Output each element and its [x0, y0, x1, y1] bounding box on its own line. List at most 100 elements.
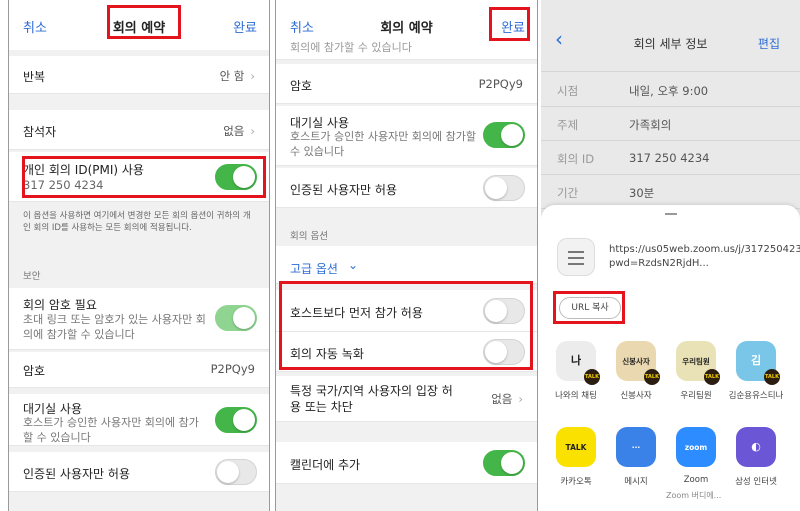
passcode-row[interactable]: 암호 P2PQy9	[276, 64, 537, 104]
pmi-row: 개인 회의 ID(PMI) 사용 317 250 4234	[9, 152, 269, 202]
page-title: 회의 예약	[112, 21, 166, 36]
auth-users-toggle[interactable]	[483, 175, 525, 201]
share-target[interactable]: 신봉사자 TALK 신봉사자	[607, 341, 665, 401]
meeting-options-section-header: 회의 옵션	[290, 231, 328, 242]
calendar-row: 캘린더에 추가	[276, 442, 537, 484]
detail-row-topic: 주제 가족회의	[541, 107, 800, 141]
detail-key: 기간	[557, 186, 579, 200]
kakaotalk-badge-icon: TALK	[764, 369, 780, 385]
done-button[interactable]: 완료	[233, 17, 257, 36]
toggle-knob	[217, 461, 239, 483]
waiting-room-toggle[interactable]	[483, 122, 525, 148]
toggle-knob	[233, 409, 255, 431]
toggle-knob	[501, 452, 523, 474]
share-target-label: 김순용유스티나	[728, 391, 784, 401]
share-target[interactable]: ◐ 삼성 인터넷	[727, 427, 785, 487]
share-target-icon: ···	[616, 427, 656, 467]
repeat-value: 안 함	[219, 69, 245, 83]
auto-record-toggle[interactable]	[483, 339, 525, 365]
detail-key: 주제	[557, 118, 579, 132]
detail-key: 회의 ID	[557, 152, 595, 166]
share-target-icon: 김 TALK	[736, 341, 780, 385]
region-label: 특정 국가/지역 사용자의 입장 허용 또는 차단	[290, 384, 453, 414]
toggle-knob	[233, 307, 255, 329]
copy-url-button[interactable]: URL 복사	[559, 297, 621, 319]
region-value: 없음	[491, 392, 513, 406]
detail-key: 시점	[557, 84, 579, 98]
kakaotalk-badge-icon: TALK	[644, 369, 660, 385]
share-target[interactable]: zoom Zoom	[667, 427, 725, 485]
share-target-label: 삼성 인터넷	[735, 477, 777, 487]
share-target[interactable]: TALK 카카오톡	[547, 427, 605, 487]
toggle-knob	[485, 341, 507, 363]
meeting-details-panel: ‹ 회의 세부 정보 편집 시점 내일, 오후 9:00 주제 가족회의 회의 …	[541, 0, 800, 511]
kakaotalk-badge-icon: TALK	[704, 369, 720, 385]
join-before-host-label: 호스트보다 먼저 참가 허용	[290, 306, 423, 320]
passcode-row[interactable]: 암호 P2PQy9	[9, 352, 269, 388]
chevron-right-icon: ›	[250, 69, 255, 83]
region-row[interactable]: 특정 국가/지역 사용자의 입장 허용 또는 차단 없음 ›	[276, 376, 537, 422]
calendar-toggle[interactable]	[483, 450, 525, 476]
share-target[interactable]: ··· 메시지	[607, 427, 665, 487]
toggle-knob	[485, 300, 507, 322]
chevron-right-icon: ›	[518, 392, 523, 406]
pmi-toggle[interactable]	[215, 164, 257, 190]
document-icon	[557, 238, 595, 276]
share-target-label: 카카오톡	[560, 477, 592, 487]
share-target-icon: ◐	[736, 427, 776, 467]
meeting-url: https://us05web.zoom.us/j/3172504234?pwd…	[609, 244, 800, 269]
detail-value: 317 250 4234	[629, 151, 710, 165]
passcode-required-row: 회의 암호 필요 초대 링크 또는 암호가 있는 사용자만 회의에 참가할 수 …	[9, 288, 269, 350]
auto-record-row: 회의 자동 녹화	[276, 332, 537, 372]
schedule-meeting-panel: 취소 회의 예약 완료 반복 안 함 › 참석자 없음 › 개인 회의 ID(PMI…	[8, 0, 270, 511]
auth-users-row: 인증된 사용자만 허용	[9, 452, 269, 492]
share-target-label: Zoom	[683, 475, 709, 485]
share-target[interactable]: 김 TALK 김순용유스티나	[727, 341, 785, 401]
repeat-label: 반복	[23, 70, 46, 84]
passcode-label: 암호	[23, 364, 46, 378]
join-before-host-toggle[interactable]	[483, 298, 525, 324]
chevron-down-icon: ⌄	[348, 258, 359, 272]
pmi-value: 317 250 4234	[23, 178, 104, 192]
partial-row: 회의에 참가할 수 있습니다	[276, 38, 537, 60]
share-target-glyph: 나	[570, 354, 582, 367]
share-target-label: 우리팀원	[680, 391, 712, 401]
share-target-glyph: ◐	[751, 440, 761, 453]
share-target-icon: 신봉사자 TALK	[616, 341, 660, 385]
share-target-icon: TALK	[556, 427, 596, 467]
passcode-label: 암호	[290, 79, 313, 93]
done-button[interactable]: 완료	[501, 17, 525, 36]
attendees-row[interactable]: 참석자 없음 ›	[9, 110, 269, 150]
edit-button[interactable]: 편집	[758, 35, 780, 52]
kakaotalk-badge-icon: TALK	[584, 369, 600, 385]
advanced-options-row[interactable]: 고급 옵션 ⌄	[276, 246, 537, 284]
security-section-header: 보안	[23, 271, 41, 282]
sheet-handle[interactable]	[664, 213, 677, 215]
detail-value: 30분	[629, 186, 655, 200]
share-target-icon: 우리팀원 TALK	[676, 341, 720, 385]
passcode-required-sub: 초대 링크 또는 암호가 있는 사용자만 회의에 참가할 수 있습니다	[23, 313, 206, 341]
share-target[interactable]: 나 TALK 나와의 채팅	[547, 341, 605, 401]
auto-record-label: 회의 자동 녹화	[290, 347, 364, 361]
waiting-room-row: 대기실 사용 호스트가 승인한 사용자만 회의에 참가할 수 있습니다	[276, 106, 537, 166]
pmi-label: 개인 회의 ID(PMI) 사용	[23, 163, 144, 177]
share-target-glyph: 김	[750, 354, 762, 367]
toggle-knob	[501, 124, 523, 146]
passcode-required-label: 회의 암호 필요	[23, 298, 97, 312]
waiting-room-toggle[interactable]	[215, 407, 257, 433]
repeat-row[interactable]: 반복 안 함 ›	[9, 56, 269, 94]
share-target-label: 신봉사자	[620, 391, 652, 401]
share-target[interactable]: 우리팀원 TALK 우리팀원	[667, 341, 725, 401]
auth-users-toggle[interactable]	[215, 459, 257, 485]
auth-users-row: 인증된 사용자만 허용	[276, 168, 537, 208]
attendees-value: 없음	[223, 124, 245, 138]
share-target-glyph: ···	[631, 443, 641, 452]
share-target-label: 메시지	[624, 477, 648, 487]
attendees-label: 참석자	[23, 125, 57, 139]
detail-row-time: 시점 내일, 오후 9:00	[541, 73, 800, 107]
share-target-icon: zoom	[676, 427, 716, 467]
partial-row-text: 회의에 참가할 수 있습니다	[290, 41, 412, 54]
auth-users-label: 인증된 사용자만 허용	[290, 183, 397, 197]
passcode-required-toggle[interactable]	[215, 305, 257, 331]
passcode-value: P2PQy9	[210, 362, 255, 376]
